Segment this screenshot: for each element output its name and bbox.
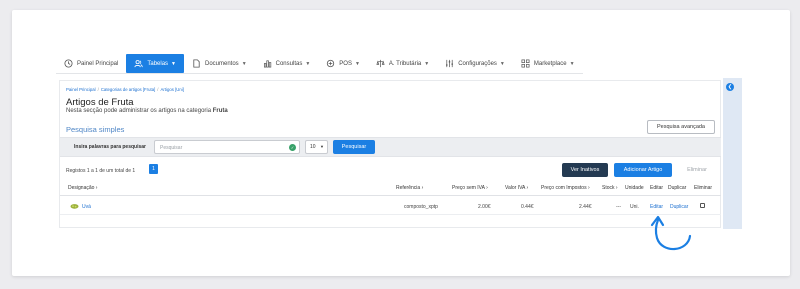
table-header — [60, 182, 721, 196]
nav-marketplace[interactable]: Marketplace ▼ — [513, 54, 583, 73]
document-icon — [192, 59, 201, 68]
breadcrumb-item[interactable]: Artigos [Uni] — [161, 87, 184, 92]
search-button[interactable]: Pesquisar — [333, 140, 375, 154]
nav-label: Configurações — [458, 60, 497, 67]
row-divider — [60, 214, 721, 215]
search-go-icon[interactable]: ✓ — [289, 144, 296, 151]
row-reference: composto_xptp — [404, 204, 438, 210]
nav-label: Consultas — [275, 60, 303, 67]
nav-documentos[interactable]: Documentos ▼ — [184, 54, 255, 73]
pos-icon — [326, 59, 335, 68]
subtitle-text: Nesta secção pode administrar os artigos… — [66, 108, 212, 114]
breadcrumb: Painel Principal / Categorias de artigos [… — [66, 87, 184, 92]
users-icon — [134, 59, 143, 68]
row-price-tax: 2.44€ — [579, 204, 592, 210]
sliders-icon — [445, 59, 454, 68]
col-stock[interactable]: Stock › — [602, 185, 618, 191]
curved-arrow-icon — [650, 215, 692, 251]
col-price-tax[interactable]: Preço com Impostos › — [541, 185, 590, 191]
nav-configuracoes[interactable]: Configurações ▼ — [437, 54, 513, 73]
sort-icon: › — [486, 185, 488, 191]
search-placeholder: Pesquisar — [160, 144, 183, 151]
row-unit: Uni. — [630, 204, 639, 210]
chevron-down-icon: ▼ — [241, 60, 247, 67]
col-designation[interactable]: Designação › — [68, 185, 97, 191]
breadcrumb-item[interactable]: Painel Principal — [66, 87, 96, 92]
scale-icon — [376, 59, 385, 68]
chevron-down-icon: ▼ — [171, 60, 176, 67]
pagination-page[interactable]: 1 — [149, 164, 158, 174]
subtitle-category: Fruta — [212, 108, 228, 114]
row-vat-value: 0.44€ — [521, 204, 534, 210]
nav-pos[interactable]: POS ▼ — [318, 54, 368, 73]
advanced-search-button[interactable]: Pesquisa avançada — [647, 120, 715, 134]
main-nav: Painel Principal Tabelas ▼ Documentos ▼ … — [56, 54, 583, 74]
chevron-down-icon: ▼ — [424, 60, 430, 67]
sort-icon: › — [587, 185, 590, 191]
chevron-down-icon: ▼ — [499, 60, 505, 67]
sort-icon: › — [95, 185, 98, 191]
sort-icon: › — [526, 185, 529, 191]
row-stock: --- — [616, 204, 621, 210]
chevron-down-icon: ▼ — [569, 60, 575, 67]
col-price-no-vat[interactable]: Preço sem IVA › — [452, 185, 488, 191]
simple-search-title: Pesquisa simples — [66, 125, 125, 134]
search-input[interactable]: Pesquisar ✓ — [154, 140, 300, 154]
per-page-value: 10 — [310, 144, 316, 150]
clock-icon — [64, 59, 73, 68]
nav-a-tributaria[interactable]: A. Tributária ▼ — [368, 54, 437, 73]
col-vat-value[interactable]: Valor IVA › — [505, 185, 528, 191]
nav-label: Painel Principal — [77, 60, 119, 67]
view-inactive-button[interactable]: Ver Inativos — [562, 163, 608, 177]
chevron-down-icon: ▼ — [354, 60, 360, 67]
nav-label: Marketplace — [533, 60, 567, 67]
sort-icon: › — [421, 185, 424, 191]
col-duplicate: Duplicar — [668, 185, 687, 191]
side-panel — [723, 78, 742, 229]
records-count: Registos 1 a 1 de um total de 1 — [66, 168, 136, 174]
row-price-no-vat: 2.00€ — [478, 204, 491, 210]
grid-icon — [521, 59, 530, 68]
col-remove: Eliminar — [694, 185, 713, 191]
chevron-down-icon: ▼ — [305, 60, 311, 67]
nav-tabelas[interactable]: Tabelas ▼ — [126, 54, 184, 73]
add-article-button[interactable]: Adicionar Artigo — [614, 163, 672, 177]
nav-painel-principal[interactable]: Painel Principal — [56, 54, 126, 73]
grape-icon — [70, 204, 79, 209]
page-title: Artigos de Fruta — [66, 97, 134, 108]
bar-chart-icon — [263, 59, 272, 68]
col-unit: Unidade — [625, 185, 644, 191]
breadcrumb-item[interactable]: Categorias de artigos [Fruta] — [101, 87, 155, 92]
nav-label: Tabelas — [147, 60, 169, 67]
nav-label: POS — [339, 60, 352, 67]
nav-label: A. Tributária — [388, 60, 422, 67]
chevron-down-icon: ▼ — [320, 144, 324, 149]
col-reference[interactable]: Referência › — [396, 185, 423, 191]
nav-consultas[interactable]: Consultas ▼ — [255, 54, 319, 73]
search-label: Insira palavras para pesquisar — [74, 144, 146, 150]
sort-icon: › — [615, 185, 618, 191]
chevron-left-icon[interactable]: ❮ — [726, 83, 734, 91]
row-designation[interactable]: Uvá — [82, 204, 91, 210]
nav-label: Documentos — [205, 60, 239, 67]
page-subtitle: Nesta secção pode administrar os artigos… — [66, 108, 228, 114]
delete-checkbox[interactable] — [700, 203, 705, 208]
per-page-select[interactable]: 10 ▼ — [305, 140, 328, 154]
col-edit: Editar — [650, 185, 664, 191]
delete-button[interactable]: Eliminar — [678, 163, 716, 177]
